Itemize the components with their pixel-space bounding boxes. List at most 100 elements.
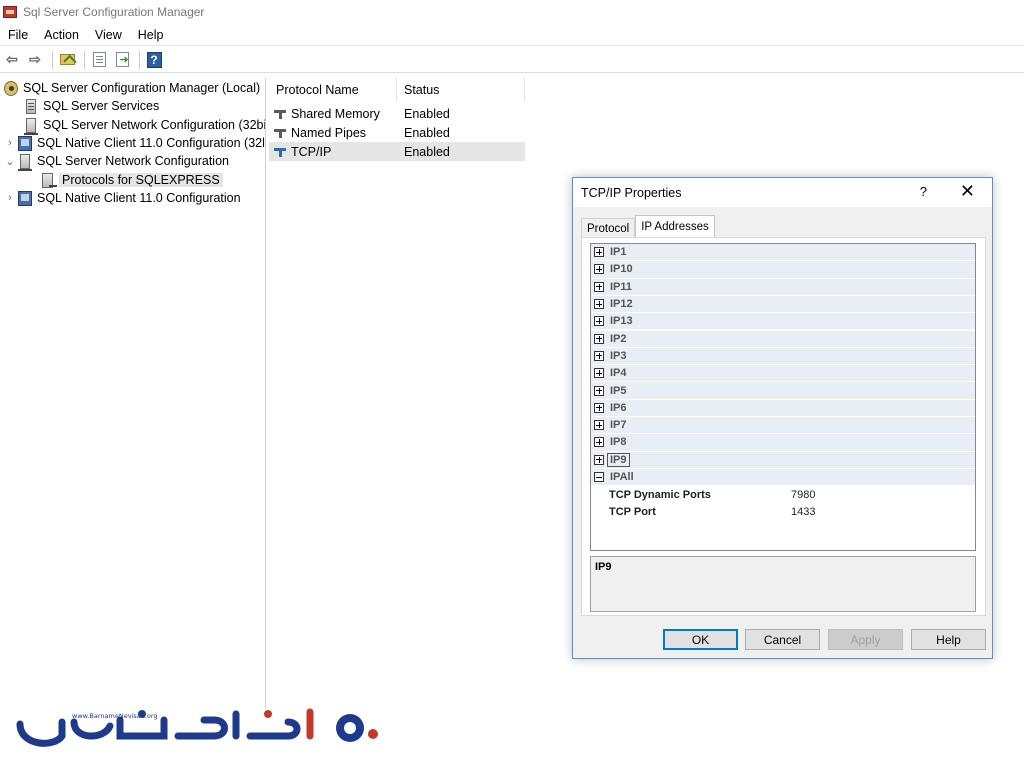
menu-file[interactable]: File xyxy=(0,28,36,42)
cancel-button[interactable]: Cancel xyxy=(745,629,820,650)
tree-item-label: SQL Native Client 11.0 Configuration (32… xyxy=(37,136,265,150)
logo-graphic xyxy=(16,708,378,747)
protocols-icon xyxy=(42,172,57,188)
help-icon[interactable]: ? xyxy=(920,184,927,199)
category-label: IP9 xyxy=(607,452,630,467)
category-ip10[interactable]: IP10 xyxy=(591,261,975,279)
property-value[interactable]: 1433 xyxy=(791,506,815,518)
export-icon[interactable] xyxy=(112,50,132,70)
column-protocol-name[interactable]: Protocol Name xyxy=(269,78,397,102)
protocol-status: Enabled xyxy=(404,106,450,121)
expand-icon[interactable] xyxy=(594,264,604,275)
menu-view[interactable]: View xyxy=(87,28,130,42)
expand-icon[interactable] xyxy=(594,385,604,396)
server-icon xyxy=(26,98,36,114)
expand-icon[interactable] xyxy=(594,454,604,465)
expand-icon[interactable] xyxy=(594,247,604,258)
forward-icon[interactable]: ⇨ xyxy=(25,50,45,70)
category-ip3[interactable]: IP3 xyxy=(591,347,975,366)
property-grid[interactable]: IP1 IP10 IP11 IP12 IP13 IP2 IP3 IP4 IP5 … xyxy=(590,243,976,551)
property-tcp-dynamic-ports[interactable]: TCP Dynamic Ports 7980 xyxy=(591,486,975,504)
network-icon xyxy=(18,153,32,171)
network-icon xyxy=(24,117,38,135)
protocol-icon xyxy=(274,108,288,120)
category-label: IP11 xyxy=(610,280,633,293)
show-hide-icon[interactable] xyxy=(89,50,109,70)
category-ip2[interactable]: IP2 xyxy=(591,330,975,348)
expand-icon[interactable] xyxy=(594,350,604,361)
watermark-url: www.BarnameNevisan.org xyxy=(72,712,158,720)
chevron-down-icon[interactable]: ⌄ xyxy=(4,155,16,168)
apply-button[interactable]: Apply xyxy=(828,629,903,650)
category-ip9[interactable]: IP9 xyxy=(591,451,975,469)
menu-help[interactable]: Help xyxy=(130,28,172,42)
category-ip1[interactable]: IP1 xyxy=(591,244,975,262)
tree-item-network-config-32bit[interactable]: SQL Server Network Configuration (32bit xyxy=(24,116,266,135)
protocol-name: Named Pipes xyxy=(291,125,367,140)
collapse-icon[interactable] xyxy=(594,472,604,483)
client-icon xyxy=(18,190,32,206)
category-label: IPAll xyxy=(610,471,634,484)
tree-item-label: SQL Server Network Configuration xyxy=(37,154,229,168)
property-name: TCP Port xyxy=(609,506,656,519)
category-ip13[interactable]: IP13 xyxy=(591,313,975,331)
category-label: IP4 xyxy=(610,367,627,380)
tree-item-network-config[interactable]: ⌄ SQL Server Network Configuration xyxy=(4,152,229,171)
help-button[interactable]: Help xyxy=(911,629,986,650)
protocol-status: Enabled xyxy=(404,125,450,140)
expand-icon[interactable] xyxy=(594,420,604,431)
protocol-name: TCP/IP xyxy=(291,144,332,159)
category-label: IP2 xyxy=(610,332,627,345)
category-ip6[interactable]: IP6 xyxy=(591,399,975,417)
toolbar-separator xyxy=(139,50,140,69)
list-header: Protocol Name Status xyxy=(269,78,525,102)
list-row-tcp-ip[interactable]: TCP/IP Enabled xyxy=(269,142,525,161)
expand-icon[interactable] xyxy=(594,281,604,292)
tree-item-label: SQL Server Services xyxy=(43,99,160,113)
toolbar-separator xyxy=(52,50,53,69)
chevron-right-icon[interactable]: › xyxy=(4,137,16,149)
help-icon[interactable]: ? xyxy=(144,50,164,70)
chevron-right-icon[interactable]: › xyxy=(4,192,16,204)
tree-item-native-client[interactable]: › SQL Native Client 11.0 Configuration xyxy=(4,189,241,207)
dialog-title-bar: TCP/IP Properties ? ✕ xyxy=(573,178,992,207)
description-title: IP9 xyxy=(595,561,612,573)
list-row-shared-memory[interactable]: Shared Memory Enabled xyxy=(269,104,525,123)
tab-ip-addresses[interactable]: IP Addresses xyxy=(635,215,715,238)
category-ip7[interactable]: IP7 xyxy=(591,417,975,435)
category-label: IP10 xyxy=(610,263,633,276)
category-ip11[interactable]: IP11 xyxy=(591,278,975,296)
category-ipall[interactable]: IPAll xyxy=(591,468,975,487)
list-row-named-pipes[interactable]: Named Pipes Enabled xyxy=(269,123,525,142)
up-folder-icon[interactable] xyxy=(57,50,77,70)
expand-icon[interactable] xyxy=(594,402,604,413)
tree-item-protocols-sqlexpress[interactable]: Protocols for SQLEXPRESS xyxy=(42,171,223,189)
category-ip12[interactable]: IP12 xyxy=(591,295,975,314)
column-status[interactable]: Status xyxy=(397,78,525,102)
category-ip8[interactable]: IP8 xyxy=(591,434,975,452)
category-ip4[interactable]: IP4 xyxy=(591,365,975,383)
property-tcp-port[interactable]: TCP Port 1433 xyxy=(591,503,975,521)
expand-icon[interactable] xyxy=(594,368,604,379)
tree-item-sql-server-services[interactable]: SQL Server Services xyxy=(24,97,159,115)
category-label: IP6 xyxy=(610,401,627,414)
title-bar: Sql Server Configuration Manager xyxy=(0,0,1024,24)
category-ip5[interactable]: IP5 xyxy=(591,382,975,400)
ok-button[interactable]: OK xyxy=(663,629,738,650)
back-icon[interactable]: ⇦ xyxy=(2,50,22,70)
close-icon[interactable]: ✕ xyxy=(960,181,975,202)
description-panel: IP9 xyxy=(590,556,976,612)
tab-protocol[interactable]: Protocol xyxy=(581,218,636,238)
expand-icon[interactable] xyxy=(594,333,604,344)
tree-item-native-client-32bit[interactable]: › SQL Native Client 11.0 Configuration (… xyxy=(4,134,265,152)
tree-item-label: SQL Server Network Configuration (32bit xyxy=(43,118,266,132)
expand-icon[interactable] xyxy=(594,316,604,327)
tree-root[interactable]: SQL Server Configuration Manager (Local) xyxy=(4,79,260,97)
tree-root-label: SQL Server Configuration Manager (Local) xyxy=(23,81,261,95)
expand-icon[interactable] xyxy=(594,437,604,448)
toolbar: ⇦ ⇨ ? xyxy=(0,47,1024,73)
protocol-icon xyxy=(274,146,288,158)
property-value[interactable]: 7980 xyxy=(791,489,815,501)
expand-icon[interactable] xyxy=(594,299,604,310)
menu-action[interactable]: Action xyxy=(36,28,87,42)
